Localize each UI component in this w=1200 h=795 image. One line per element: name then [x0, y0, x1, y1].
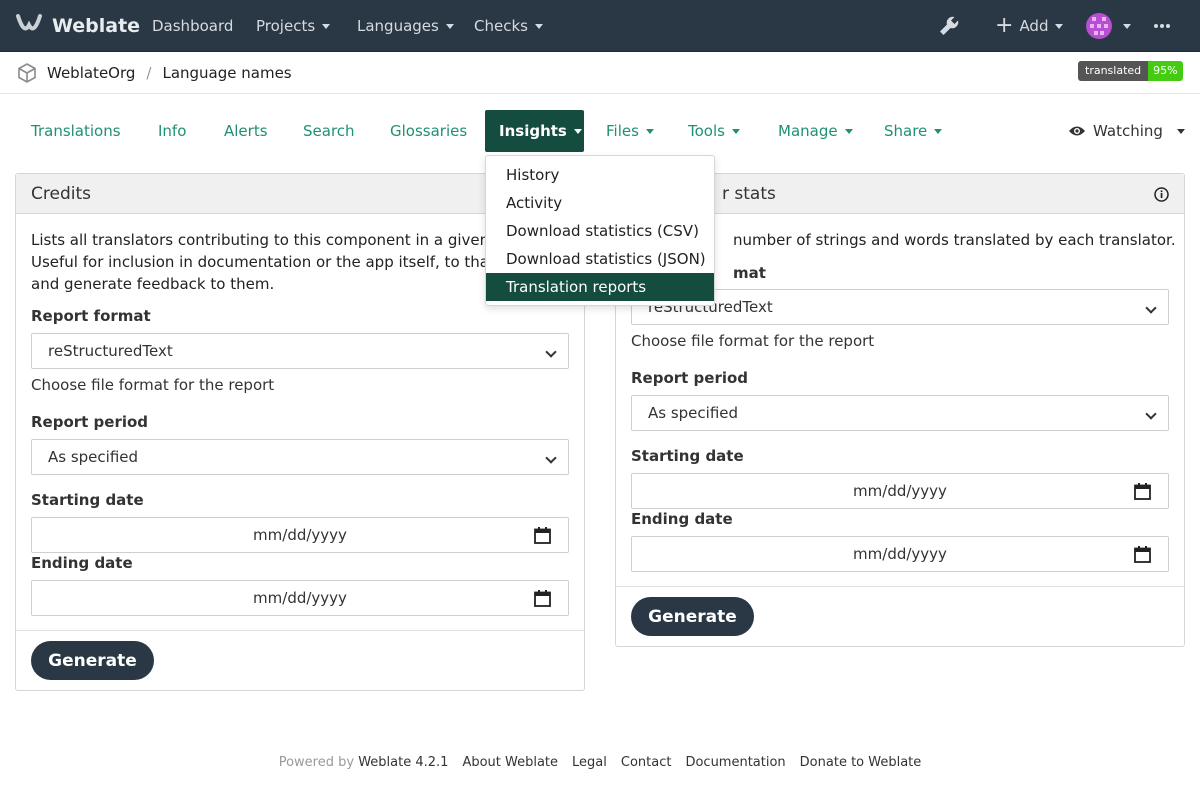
menu-item-activity[interactable]: Activity [486, 189, 714, 217]
stats-starting-date-label: Starting date [631, 447, 744, 465]
report-period-select[interactable]: As specified [31, 439, 569, 475]
powered-by-text: Powered by [278, 754, 355, 770]
footer-version-link[interactable]: Weblate 4.2.1 [358, 755, 448, 770]
chevron-down-icon [1145, 302, 1157, 314]
ending-date-label: Ending date [31, 554, 133, 572]
calendar-icon[interactable] [1134, 483, 1151, 504]
breadcrumb-bar: WeblateOrg / Language names [0, 53, 1200, 94]
stats-description: number of strings and words translated b… [733, 231, 1176, 249]
starting-date-input[interactable]: mm/dd/yyyy [31, 517, 569, 553]
nav-languages[interactable]: Languages [357, 0, 454, 52]
stats-ending-date-label: Ending date [631, 510, 733, 528]
footer-contact-link[interactable]: Contact [621, 755, 672, 770]
report-format-help: Choose file format for the report [31, 376, 275, 394]
footer-documentation-link[interactable]: Documentation [685, 755, 785, 770]
divider [616, 586, 1184, 587]
divider [16, 630, 584, 631]
chevron-down-icon [545, 452, 557, 464]
calendar-icon[interactable] [534, 590, 551, 611]
footer: Powered by Weblate 4.2.1 About Weblate L… [0, 752, 1200, 772]
report-period-label: Report period [31, 413, 149, 431]
top-navbar: Weblate Dashboard Projects Languages Che… [0, 0, 1200, 52]
eye-icon [1068, 125, 1086, 137]
menu-item-history[interactable]: History [486, 161, 714, 189]
wrench-icon[interactable] [937, 0, 961, 52]
tab-alerts[interactable]: Alerts [224, 110, 268, 152]
nav-checks[interactable]: Checks [474, 0, 543, 52]
insights-dropdown-menu: History Activity Download statistics (CS… [485, 155, 715, 306]
brand[interactable]: Weblate [16, 0, 140, 52]
stats-report-period-select[interactable]: As specified [631, 395, 1169, 431]
weblate-logo-icon [16, 13, 42, 40]
tab-insights[interactable]: Insights [485, 110, 584, 152]
tab-share[interactable]: Share [884, 110, 943, 152]
breadcrumb-project[interactable]: WeblateOrg [47, 64, 135, 82]
tab-manage[interactable]: Manage [778, 110, 853, 152]
cube-icon [17, 63, 37, 83]
stats-report-period-label: Report period [631, 369, 749, 387]
menu-item-download-json[interactable]: Download statistics (JSON) [486, 245, 714, 273]
chevron-down-icon [545, 346, 557, 358]
stats-report-format-help: Choose file format for the report [631, 332, 875, 350]
chevron-down-icon [1145, 408, 1157, 420]
starting-date-label: Starting date [31, 491, 144, 509]
stats-report-format-label: mat [733, 264, 766, 282]
info-icon[interactable] [1154, 187, 1169, 202]
report-format-label: Report format [31, 307, 151, 325]
tab-search[interactable]: Search [303, 110, 355, 152]
stats-starting-date-input[interactable]: mm/dd/yyyy [631, 473, 1169, 509]
plus-icon: + [995, 13, 1014, 38]
breadcrumb-component[interactable]: Language names [162, 64, 291, 82]
footer-donate-link[interactable]: Donate to Weblate [800, 755, 922, 770]
report-format-select[interactable]: reStructuredText [31, 333, 569, 369]
tab-glossaries[interactable]: Glossaries [390, 110, 467, 152]
more-icon[interactable] [1153, 0, 1171, 52]
stats-generate-button[interactable]: Generate [631, 597, 754, 636]
watching-button[interactable]: Watching [1068, 110, 1185, 152]
credits-desc-line-1: Lists all translators contributing to th… [31, 231, 519, 249]
credits-desc-line-3: and generate feedback to them. [31, 275, 275, 293]
credits-description: Lists all translators contributing to th… [31, 229, 551, 295]
footer-about-link[interactable]: About Weblate [462, 755, 558, 770]
tab-files[interactable]: Files [606, 110, 654, 152]
calendar-icon[interactable] [1134, 546, 1151, 567]
nav-projects[interactable]: Projects [256, 0, 331, 52]
avatar-caret[interactable] [1116, 0, 1131, 52]
add-menu[interactable]: + Add [995, 0, 1064, 52]
avatar[interactable] [1086, 13, 1112, 39]
badge-label: translated [1078, 61, 1149, 81]
calendar-icon[interactable] [534, 527, 551, 548]
breadcrumb: WeblateOrg / Language names [17, 53, 292, 93]
tab-translations[interactable]: Translations [31, 110, 121, 152]
tab-info[interactable]: Info [158, 110, 186, 152]
breadcrumb-separator: / [146, 64, 152, 82]
tab-tools[interactable]: Tools [688, 110, 740, 152]
stats-ending-date-input[interactable]: mm/dd/yyyy [631, 536, 1169, 572]
footer-legal-link[interactable]: Legal [572, 755, 607, 770]
menu-item-download-csv[interactable]: Download statistics (CSV) [486, 217, 714, 245]
credits-desc-line-2: Useful for inclusion in documentation or… [31, 253, 524, 271]
translated-badge[interactable]: translated 95% [1078, 61, 1183, 81]
brand-name: Weblate [52, 15, 141, 37]
ending-date-input[interactable]: mm/dd/yyyy [31, 580, 569, 616]
generate-button[interactable]: Generate [31, 641, 154, 680]
nav-dashboard[interactable]: Dashboard [152, 0, 233, 52]
menu-item-translation-reports[interactable]: Translation reports [486, 273, 714, 301]
badge-value: 95% [1148, 61, 1183, 81]
